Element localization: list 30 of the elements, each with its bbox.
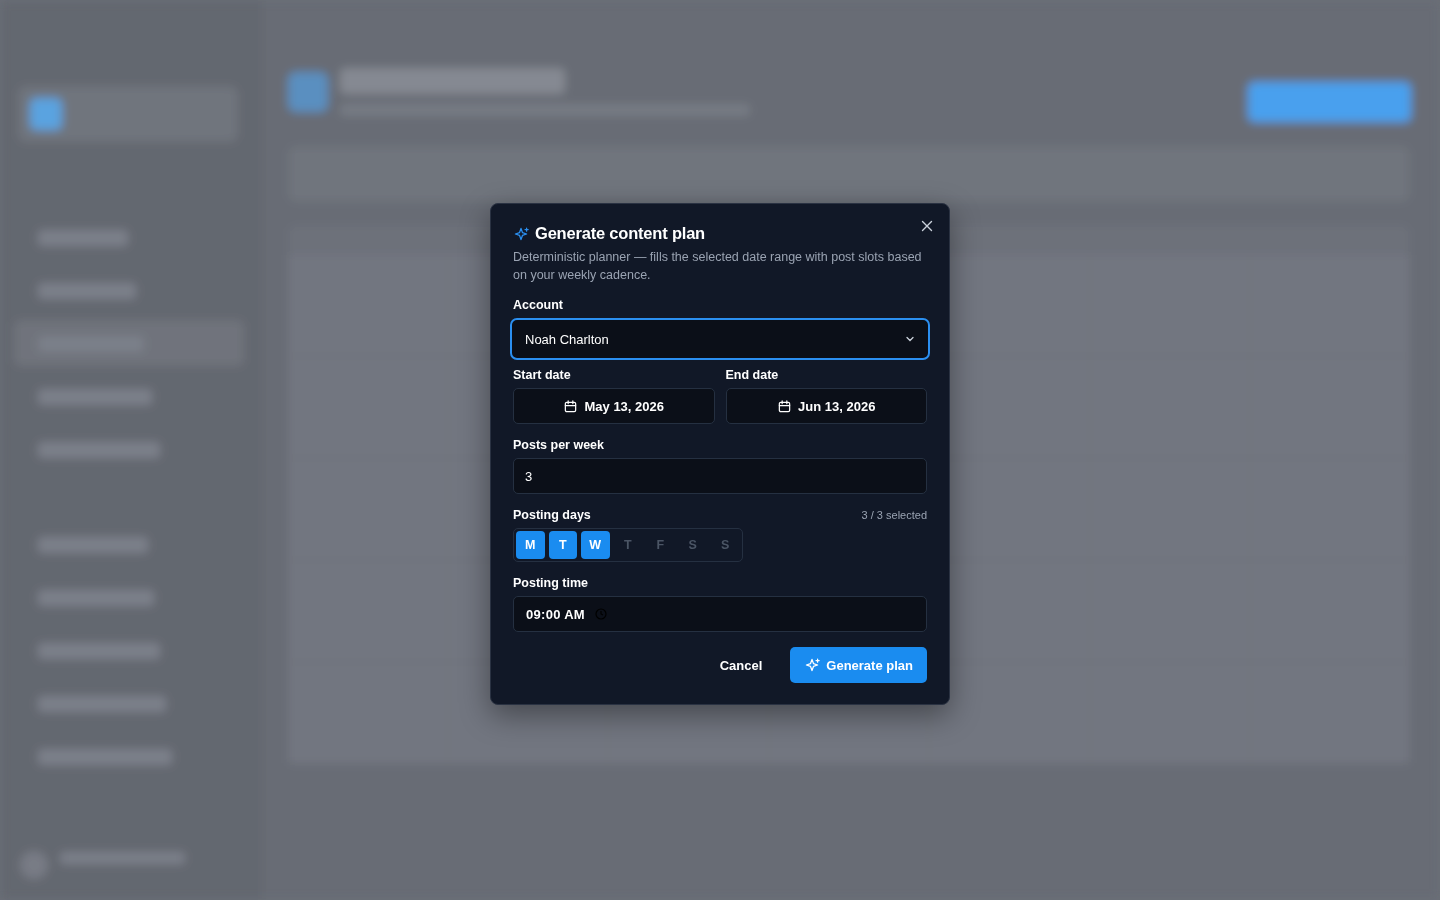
weekday-toggle[interactable]: M [516,531,545,559]
weekday-toggle[interactable]: T [548,531,577,559]
start-date-field[interactable]: May 13, 2026 [513,388,715,424]
dialog-title: Generate content plan [535,224,705,243]
account-select[interactable]: Noah Charlton [510,318,930,360]
field-label: End date [725,368,780,382]
end-date-field[interactable]: Jun 13, 2026 [725,388,927,424]
field-label: Posting time [513,576,589,590]
weekday-toggle[interactable]: F [646,531,675,559]
weekday-toggle[interactable]: W [581,531,610,559]
sparkle-icon [513,225,529,242]
posting-time-field[interactable]: 09:00 AM [513,596,927,632]
weekday-toggle[interactable]: S [711,531,740,559]
field-label: Account [513,298,564,312]
cancel-button[interactable]: Cancel [705,647,777,683]
field-label: Start date [513,368,572,382]
dialog-description: Deterministic planner — fills the selected date range with post slots based on your weekly cadence. [513,249,923,284]
field-label: Posting days [513,508,591,522]
close-icon[interactable] [919,218,935,234]
weekday-toggle[interactable]: T [613,531,642,559]
selected-count: 3 / 3 selected [861,509,927,521]
field-label: Posts per week [513,438,605,452]
calendar-icon [777,398,793,414]
generate-plan-button[interactable]: Generate plan [790,647,927,683]
calendar-icon [563,398,579,414]
clock-icon [595,608,607,620]
sparkle-icon [804,657,821,673]
weekday-toggle[interactable]: S [678,531,707,559]
chevron-down-icon [905,334,915,344]
posts-per-week-field[interactable]: 3 [513,458,927,494]
